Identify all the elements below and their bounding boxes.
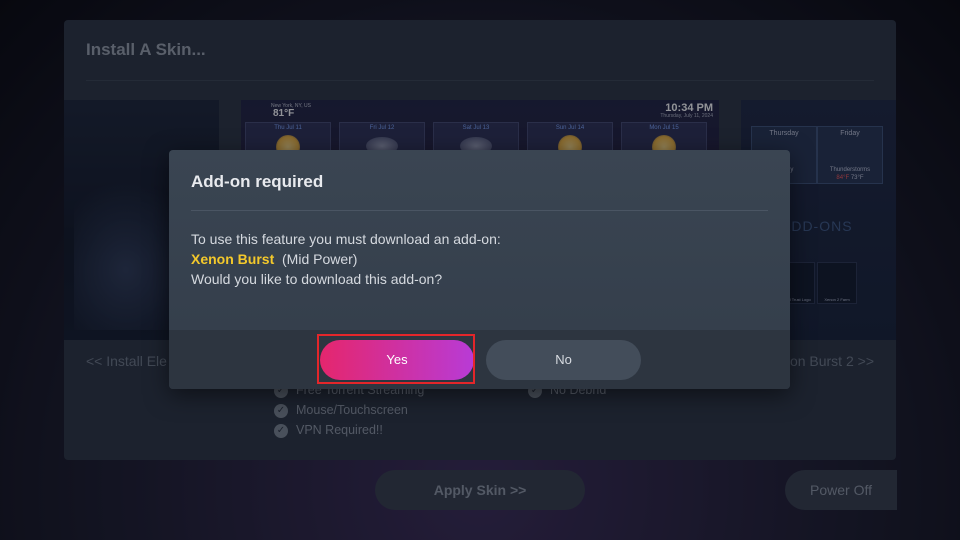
dialog-divider xyxy=(191,210,768,211)
dialog-footer xyxy=(169,330,790,389)
no-button[interactable]: No xyxy=(486,340,641,380)
addon-name: Xenon Burst xyxy=(191,251,275,267)
addon-required-dialog: Add-on required To use this feature you … xyxy=(169,150,790,389)
dialog-line-3: Would you like to download this add-on? xyxy=(191,271,443,287)
yes-button[interactable]: Yes xyxy=(320,340,474,380)
dialog-title: Add-on required xyxy=(191,172,324,191)
dialog-message: To use this feature you must download an… xyxy=(191,229,501,289)
addon-variant: (Mid Power) xyxy=(282,251,358,267)
dialog-line-1: To use this feature you must download an… xyxy=(191,231,501,247)
dialog-line-2: Xenon Burst (Mid Power) xyxy=(191,249,501,269)
